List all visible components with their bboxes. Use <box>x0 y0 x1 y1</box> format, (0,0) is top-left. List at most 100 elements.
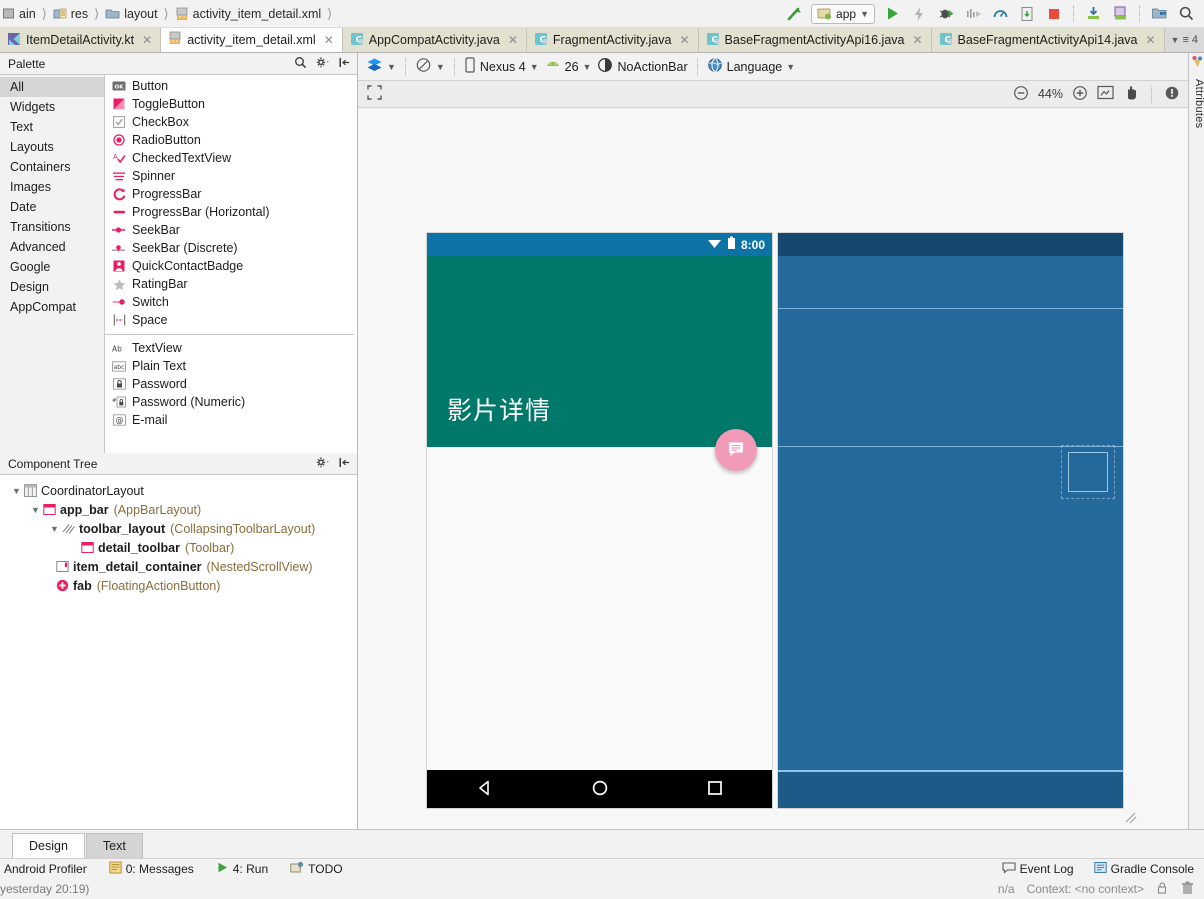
lock-icon[interactable] <box>1156 881 1169 898</box>
tree-node-detail-toolbar[interactable]: detail_toolbar (Toolbar) <box>0 538 357 557</box>
trash-icon[interactable] <box>1181 881 1194 898</box>
palette-category-google[interactable]: Google <box>0 257 104 277</box>
palette-item-plaintext[interactable]: abc Plain Text <box>105 357 357 375</box>
editor-tab-basefragmentactivityapi16[interactable]: C BaseFragmentActivityApi16.java ✕ <box>698 28 932 52</box>
gear-icon[interactable] <box>315 456 330 472</box>
editor-tab-itemdetailactivity[interactable]: ItemDetailActivity.kt ✕ <box>0 28 162 52</box>
language-selector[interactable]: Language ▼ <box>707 57 795 76</box>
preview-collapsing-toolbar[interactable]: 影片详情 <box>427 256 772 471</box>
editor-tab-appcompatactivity[interactable]: C AppCompatActivity.java ✕ <box>342 28 527 52</box>
apply-changes-icon[interactable] <box>909 4 929 24</box>
build-hammer-icon[interactable] <box>784 4 804 24</box>
blueprint-app-bar[interactable] <box>778 256 1123 447</box>
editor-tab-activity-item-detail[interactable]: <> activity_item_detail.xml ✕ <box>161 28 343 52</box>
palette-category-date[interactable]: Date <box>0 197 104 217</box>
palette-item-spinner[interactable]: Spinner <box>105 167 357 185</box>
breadcrumb-item-file[interactable]: <> activity_item_detail.xml <box>175 7 321 21</box>
collapse-all-icon[interactable] <box>338 56 351 72</box>
palette-scrollbar[interactable] <box>354 75 357 453</box>
close-icon[interactable]: ✕ <box>679 33 689 47</box>
palette-item-switch[interactable]: Switch <box>105 293 357 311</box>
design-canvas[interactable]: 8:00 影片详情 <box>358 109 1188 829</box>
search-icon[interactable] <box>1176 4 1196 24</box>
palette-category-layouts[interactable]: Layouts <box>0 137 104 157</box>
status-messages[interactable]: 0: Messages <box>109 861 194 877</box>
close-icon[interactable]: ✕ <box>508 33 518 47</box>
tree-node-coordinatorlayout[interactable]: ▼ CoordinatorLayout <box>0 481 357 500</box>
fit-selection-icon[interactable] <box>366 84 383 104</box>
palette-item-radiobutton[interactable]: RadioButton <box>105 131 357 149</box>
palette-item-progressbar[interactable]: ProgressBar <box>105 185 357 203</box>
expand-arrow-icon[interactable]: ▼ <box>10 486 23 496</box>
status-context[interactable]: Context: <no context> <box>1027 882 1144 896</box>
device-selector[interactable]: Nexus 4 ▼ <box>464 57 539 76</box>
blueprint-preview[interactable] <box>778 233 1123 808</box>
palette-category-appcompat[interactable]: AppCompat <box>0 297 104 317</box>
palette-item-checkbox[interactable]: CheckBox <box>105 113 357 131</box>
palette-item-password-numeric[interactable]: # Password (Numeric) <box>105 393 357 411</box>
palette-item-button[interactable]: OK Button <box>105 77 357 95</box>
palette-category-containers[interactable]: Containers <box>0 157 104 177</box>
stop-icon[interactable] <box>1044 4 1064 24</box>
palette-item-email[interactable]: @ E-mail <box>105 411 357 429</box>
project-structure-icon[interactable] <box>1149 4 1169 24</box>
gear-icon[interactable] <box>315 56 330 72</box>
preview-content-area[interactable] <box>427 447 772 770</box>
pan-hand-icon[interactable] <box>1123 84 1139 104</box>
sdk-manager-icon[interactable] <box>1110 4 1130 24</box>
canvas-resize-handle[interactable] <box>1124 811 1138 825</box>
status-android-profiler[interactable]: Android Profiler <box>4 862 87 876</box>
palette-item-quickcontactbadge[interactable]: QuickContactBadge <box>105 257 357 275</box>
tree-node-fab[interactable]: fab (FloatingActionButton) <box>0 576 357 595</box>
tab-text[interactable]: Text <box>85 833 143 858</box>
collapse-all-icon[interactable] <box>338 456 351 472</box>
zoom-out-icon[interactable] <box>1013 85 1029 104</box>
tree-node-item-detail-container[interactable]: item_detail_container (NestedScrollView) <box>0 557 357 576</box>
blueprint-content-area[interactable] <box>778 445 1123 770</box>
breadcrumb-item-layout[interactable]: layout <box>105 7 158 21</box>
orientation-selector[interactable]: ▼ <box>415 57 445 76</box>
run-configuration-selector[interactable]: app ▼ <box>811 3 875 24</box>
palette-category-widgets[interactable]: Widgets <box>0 97 104 117</box>
palette-item-seekbar[interactable]: SeekBar <box>105 221 357 239</box>
tree-node-app-bar[interactable]: ▼ app_bar (AppBarLayout) <box>0 500 357 519</box>
status-encoding[interactable]: n/a <box>998 882 1015 896</box>
api-selector[interactable]: 26 ▼ <box>545 59 591 74</box>
status-event-log[interactable]: Event Log <box>1002 861 1074 877</box>
blueprint-fab-outline[interactable] <box>1068 452 1108 492</box>
palette-category-advanced[interactable]: Advanced <box>0 237 104 257</box>
expand-arrow-icon[interactable]: ▼ <box>48 524 61 534</box>
close-icon[interactable]: ✕ <box>1146 33 1156 47</box>
palette-item-textview[interactable]: Ab TextView <box>105 339 357 357</box>
palette-item-progressbar-horizontal[interactable]: ProgressBar (Horizontal) <box>105 203 357 221</box>
palette-item-ratingbar[interactable]: RatingBar <box>105 275 357 293</box>
palette-item-togglebutton[interactable]: ToggleButton <box>105 95 357 113</box>
palette-category-text[interactable]: Text <box>0 117 104 137</box>
status-gradle-console[interactable]: Gradle Console <box>1093 861 1194 877</box>
zoom-to-fit-icon[interactable] <box>1097 85 1114 103</box>
device-preview[interactable]: 8:00 影片详情 <box>427 233 772 808</box>
close-icon[interactable]: ✕ <box>912 33 922 47</box>
status-run[interactable]: 4: Run <box>216 861 268 877</box>
profile-icon[interactable] <box>990 4 1010 24</box>
close-icon[interactable]: ✕ <box>142 33 152 47</box>
palette-category-images[interactable]: Images <box>0 177 104 197</box>
close-icon[interactable]: ✕ <box>324 33 334 47</box>
palette-item-seekbar-discrete[interactable]: SeekBar (Discrete) <box>105 239 357 257</box>
search-icon[interactable] <box>294 56 307 72</box>
expand-arrow-icon[interactable]: ▼ <box>29 505 42 515</box>
step-over-icon[interactable] <box>963 4 983 24</box>
tab-attributes[interactable]: Attributes <box>1189 61 1204 128</box>
warning-icon[interactable] <box>1164 85 1180 104</box>
run-icon[interactable] <box>882 4 902 24</box>
editor-tab-basefragmentactivityapi14[interactable]: C BaseFragmentActivityApi14.java ✕ <box>931 28 1165 52</box>
tree-node-toolbar-layout[interactable]: ▼ toolbar_layout (CollapsingToolbarLayou… <box>0 519 357 538</box>
theme-selector[interactable]: NoActionBar <box>597 57 688 76</box>
breadcrumb-item-main[interactable]: ain <box>2 7 36 21</box>
palette-category-all[interactable]: All <box>0 77 104 97</box>
avd-manager-icon[interactable] <box>1083 4 1103 24</box>
palette-category-design[interactable]: Design <box>0 277 104 297</box>
attach-debugger-icon[interactable] <box>1017 4 1037 24</box>
editor-tab-fragmentactivity[interactable]: C FragmentActivity.java ✕ <box>526 28 699 52</box>
palette-item-checkedtextview[interactable]: A CheckedTextView <box>105 149 357 167</box>
